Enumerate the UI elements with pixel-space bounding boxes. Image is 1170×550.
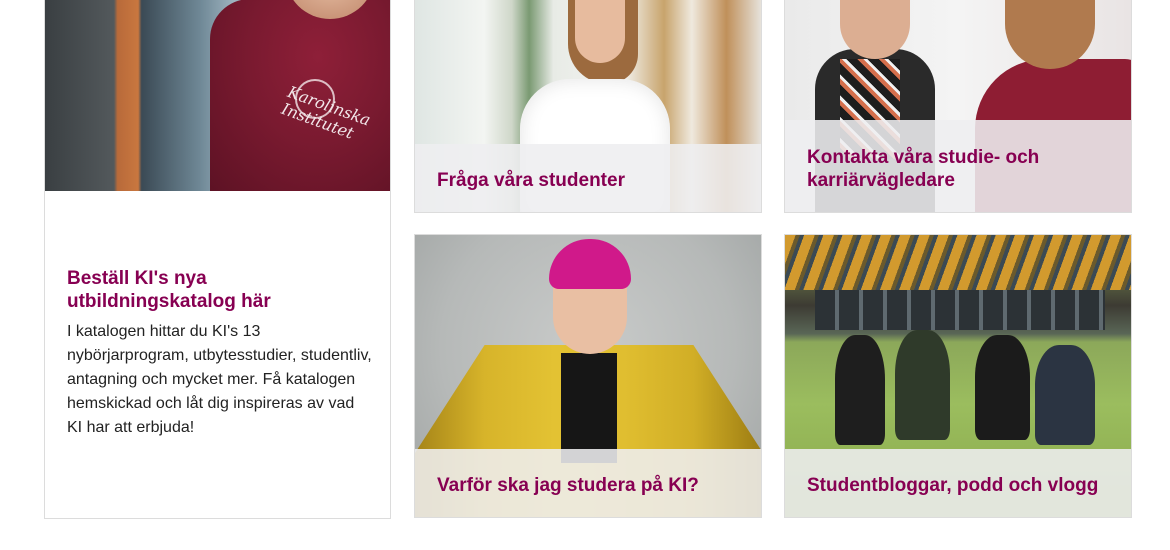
building-facade-graphic — [815, 290, 1105, 330]
pink-hair-graphic — [549, 239, 631, 289]
student-hoodie-photo: Karolinska Institutet — [45, 0, 390, 191]
tile-caption: Varför ska jag studera på KI? — [415, 449, 761, 517]
tile-blogs-podcast-vlog[interactable]: Studentbloggar, podd och vlogg — [784, 234, 1132, 518]
student-graphic — [975, 335, 1030, 440]
tile-why-study-ki[interactable]: Varför ska jag studera på KI? — [414, 234, 762, 518]
catalog-card[interactable]: Karolinska Institutet Beställ KI's nya u… — [44, 0, 391, 519]
student-graphic — [835, 335, 885, 445]
tile-caption: Fråga våra studenter — [415, 144, 761, 212]
catalog-card-title[interactable]: Beställ KI's nya utbildningskatalog här — [67, 267, 372, 313]
shirt-graphic — [561, 353, 617, 463]
tile-label[interactable]: Studentbloggar, podd och vlogg — [807, 474, 1098, 497]
tile-caption: Kontakta våra studie- och karriärvägleda… — [785, 120, 1131, 212]
tile-label[interactable]: Kontakta våra studie- och karriärvägleda… — [807, 146, 1111, 192]
catalog-card-content: Beställ KI's nya utbildningskatalog här … — [67, 267, 372, 440]
building-roof-graphic — [785, 235, 1131, 290]
tile-label[interactable]: Varför ska jag studera på KI? — [437, 474, 699, 497]
student-graphic — [895, 330, 950, 440]
tile-caption: Studentbloggar, podd och vlogg — [785, 449, 1131, 517]
tile-ask-students[interactable]: Fråga våra studenter — [414, 0, 762, 213]
student-graphic — [1035, 345, 1095, 445]
tile-label[interactable]: Fråga våra studenter — [437, 169, 625, 192]
face-graphic — [575, 0, 625, 63]
tile-contact-advisors[interactable]: Kontakta våra studie- och karriärvägleda… — [784, 0, 1132, 213]
catalog-card-description: I katalogen hittar du KI's 13 nybörjarpr… — [67, 323, 372, 436]
